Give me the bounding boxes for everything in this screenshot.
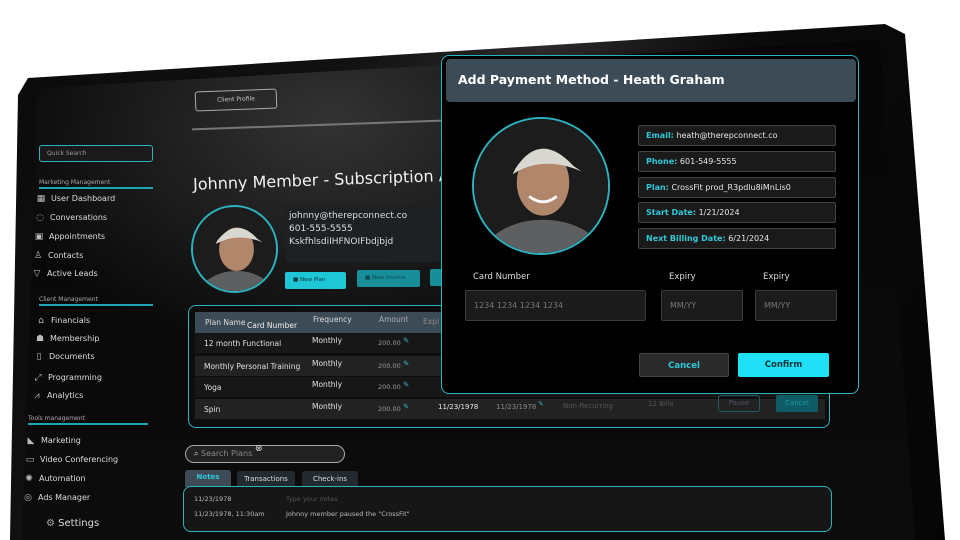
sidebar-item-marketing[interactable]: ◣ Marketing bbox=[26, 436, 81, 446]
chart-icon: ⩘ bbox=[34, 391, 40, 401]
cancel-button[interactable]: Cancel bbox=[639, 353, 729, 377]
sidebar-item-active-leads[interactable]: ▽ Active Leads bbox=[32, 269, 98, 279]
sidebar-item-conversations[interactable]: ◌ Conversations bbox=[35, 213, 107, 223]
section-divider bbox=[39, 304, 153, 306]
expiry-label: Expiry bbox=[669, 272, 696, 282]
megaphone-icon: ◣ bbox=[27, 436, 35, 446]
info-field: Start Date: 1/21/2024 bbox=[638, 202, 836, 223]
section-divider bbox=[28, 423, 148, 425]
video-icon: ▭ bbox=[25, 455, 35, 465]
pause-button[interactable]: Pause bbox=[718, 395, 760, 412]
sidebar-item-financials[interactable]: ⌂ Financials bbox=[36, 316, 90, 326]
bank-icon: ⌂ bbox=[38, 316, 44, 326]
section-divider bbox=[39, 187, 153, 189]
quick-search-input[interactable]: Quick Search bbox=[39, 145, 153, 162]
notes-panel: 11/23/1978 Type your notes 11/23/1978, 1… bbox=[183, 486, 832, 532]
automation-icon: ✺ bbox=[25, 474, 33, 484]
dumbbell-icon: ⤢ bbox=[34, 373, 42, 383]
notes-input[interactable]: Type your notes bbox=[286, 495, 338, 503]
expiry-input-2[interactable]: MM/YY bbox=[755, 290, 837, 321]
sidebar-item-programming[interactable]: ⤢ Programming bbox=[33, 373, 102, 383]
tab-transactions[interactable]: Transactions bbox=[237, 471, 295, 487]
section-title: Marketing Management bbox=[39, 179, 111, 186]
edit-icon[interactable]: ✎ bbox=[538, 400, 544, 408]
chat-icon: ◌ bbox=[36, 213, 44, 223]
sidebar-item-ads-manager[interactable]: ◎ Ads Manager bbox=[23, 493, 90, 503]
search-plans-input[interactable]: ⌕ Search Plans bbox=[185, 445, 345, 463]
edit-icon[interactable]: ✎ bbox=[403, 402, 409, 411]
sidebar-item-video-conferencing[interactable]: ▭ Video Conferencing bbox=[25, 455, 118, 465]
tab-check-ins[interactable]: Check-ins bbox=[302, 471, 358, 487]
group-icon: ☗ bbox=[35, 334, 45, 344]
client-info-box: johnny@therepconnect.co 601-555-5555 Ksk… bbox=[285, 205, 440, 262]
expiry-label-2: Expiry bbox=[763, 272, 790, 282]
settings-button[interactable]: ⚙ Settings bbox=[46, 518, 99, 529]
secondary-button[interactable]: ■ New Invoice bbox=[357, 270, 420, 287]
edit-icon[interactable]: ✎ bbox=[403, 336, 409, 345]
clear-icon[interactable]: ⊗ bbox=[255, 444, 263, 454]
sidebar-item-user-dashboard[interactable]: ▦ User Dashboard bbox=[36, 194, 115, 204]
client-email: johnny@therepconnect.co bbox=[289, 211, 408, 221]
new-plan-button[interactable]: ■ New Plan bbox=[285, 272, 346, 289]
expiry-input[interactable]: MM/YY bbox=[661, 290, 743, 321]
contact-icon: ♙ bbox=[33, 251, 43, 261]
funnel-icon: ▽ bbox=[33, 269, 41, 279]
gear-icon: ⚙ bbox=[46, 518, 59, 529]
cancel-plan-button[interactable]: Cancel bbox=[776, 395, 818, 412]
calendar-icon: ▣ bbox=[34, 232, 44, 242]
member-avatar bbox=[472, 117, 610, 255]
card-number-label: Card Number bbox=[473, 272, 530, 282]
plus-icon: ■ bbox=[293, 277, 300, 283]
info-field: Email: heath@therepconnect.co bbox=[638, 125, 836, 146]
sidebar-item-analytics[interactable]: ⩘ Analytics bbox=[32, 391, 83, 401]
edit-icon[interactable]: ✎ bbox=[403, 359, 409, 368]
plus-icon: ■ bbox=[365, 275, 372, 281]
confirm-button[interactable]: Confirm bbox=[738, 353, 829, 377]
target-icon: ◎ bbox=[24, 493, 32, 503]
dashboard-icon: ▦ bbox=[36, 194, 46, 204]
edit-icon[interactable]: ✎ bbox=[403, 380, 409, 389]
sidebar-item-membership[interactable]: ☗ Membership bbox=[35, 334, 100, 344]
client-profile-button[interactable]: Client Profile bbox=[194, 88, 278, 112]
sidebar-item-automation[interactable]: ✺ Automation bbox=[24, 474, 85, 484]
card-number-input[interactable]: 1234 1234 1234 1234 bbox=[465, 290, 646, 321]
client-phone: 601-555-5555 bbox=[289, 224, 353, 234]
info-field: Plan: CrossFit prod_R3pdlu8iMnLis0 bbox=[638, 177, 836, 198]
info-field: Next Billing Date: 6/21/2024 bbox=[638, 228, 836, 249]
search-icon: ⌕ bbox=[194, 449, 202, 458]
sidebar-item-contacts[interactable]: ♙ Contacts bbox=[33, 251, 83, 261]
sidebar-item-documents[interactable]: ▯ Documents bbox=[34, 352, 95, 362]
info-field: Phone: 601-549-5555 bbox=[638, 151, 836, 172]
client-id: KskfhlsdiIHFNOIFbdjbjd bbox=[289, 237, 394, 247]
section-title: Tools management bbox=[28, 415, 85, 422]
tab-notes[interactable]: Notes bbox=[185, 470, 231, 487]
section-title: Client Management bbox=[39, 296, 98, 303]
modal-title: Add Payment Method - Heath Graham bbox=[446, 59, 856, 102]
client-avatar bbox=[191, 205, 278, 293]
document-icon: ▯ bbox=[36, 352, 42, 362]
sidebar-item-appointments[interactable]: ▣ Appointments bbox=[34, 232, 105, 242]
add-payment-modal: Add Payment Method - Heath Graham Email:… bbox=[441, 55, 859, 394]
